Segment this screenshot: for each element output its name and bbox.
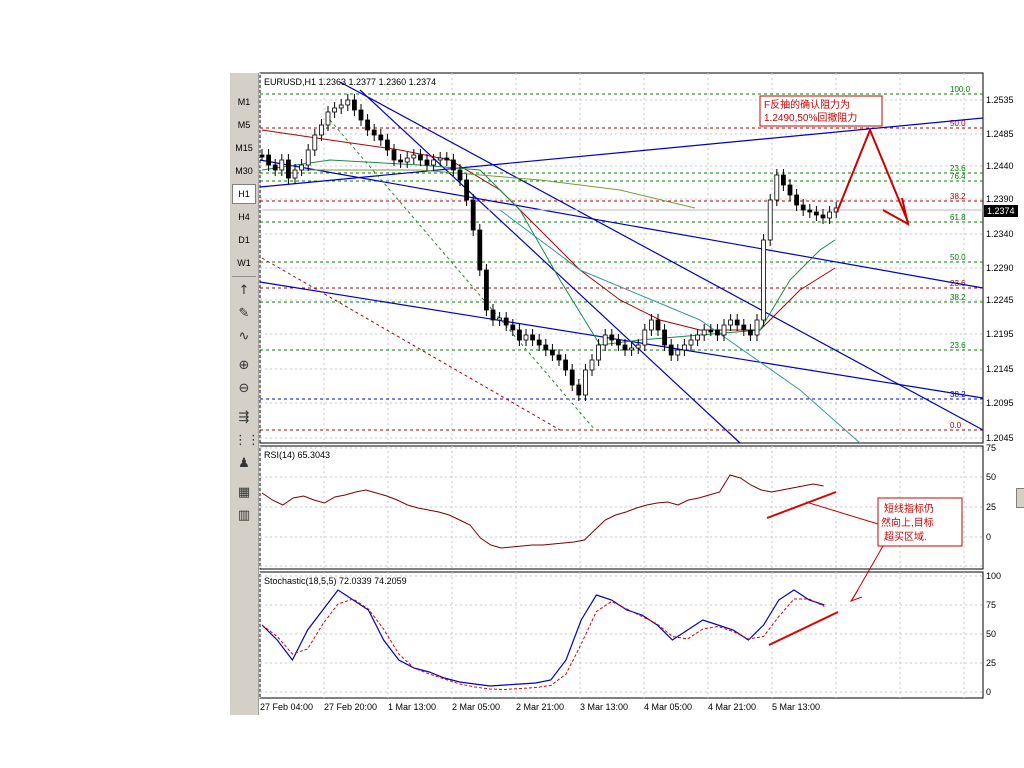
- fib-level-label: 23.6: [950, 279, 966, 288]
- fib-level-label: 23.6: [950, 341, 966, 350]
- stoch-tick-label: 0: [986, 687, 991, 697]
- price-tick-label: 1.2095: [986, 398, 1014, 408]
- fib-level-label: 61.8: [950, 213, 966, 222]
- scroll-handle[interactable]: [1016, 488, 1024, 508]
- grid: [259, 73, 983, 698]
- stoch-tick-label: 25: [986, 658, 996, 668]
- main-panel[interactable]: [259, 72, 984, 444]
- resistance-annotation-line1: F反抽的确认阻力为: [764, 98, 850, 111]
- bar-chart-icon[interactable]: ▦: [234, 483, 254, 503]
- stoch-tick-label: 100: [986, 571, 1001, 581]
- chart-area[interactable]: 100.050.076.423.638.261.850.023.638.223.…: [0, 0, 1024, 768]
- candles: [259, 94, 839, 691]
- stoch-callout-line: [851, 545, 884, 601]
- timeframe-d1-button[interactable]: D1: [232, 230, 256, 250]
- fib-level-label: 38.2: [950, 293, 966, 302]
- stochastic-header: Stochastic(18,5,5) 72.0339 74.2059: [264, 576, 407, 586]
- timeframe-m15-button[interactable]: M15: [232, 138, 256, 158]
- timeframe-h4-button[interactable]: H4: [232, 207, 256, 227]
- rsi-panel[interactable]: [259, 445, 984, 570]
- rsi-line: [261, 474, 824, 549]
- timeframe-toolbar: M1 M5 M15 M30 H1 H4 D1 W1 ↑ ✎ ∿ ⊕ ⊖ ⇶ ⋮⋮ ♟ ▦ ▥: [230, 73, 260, 715]
- time-label: 1 Mar 13:00: [388, 702, 436, 712]
- timeframe-h1-button[interactable]: H1: [232, 184, 256, 204]
- autoscroll-icon[interactable]: ⇶: [234, 408, 254, 428]
- stoch-divergence-line: [768, 611, 839, 646]
- timeframe-m1-button[interactable]: M1: [232, 92, 256, 112]
- price-tick-label: 1.2390: [986, 194, 1014, 204]
- fib-level-label: 38.2: [950, 390, 966, 399]
- indicator-annotation-box: [877, 497, 963, 547]
- stoch-tick-label: 75: [986, 600, 996, 610]
- candle-chart-icon[interactable]: ▥: [234, 506, 254, 526]
- price-tick-label: 1.2440: [986, 161, 1014, 171]
- stoch-callout-arrow: [849, 589, 863, 602]
- price-tick-label: 1.2535: [986, 95, 1014, 105]
- fib-level-label: 23.6: [950, 164, 966, 173]
- price-tick-label: 1.2245: [986, 295, 1014, 305]
- price-tick-label: 1.2145: [986, 364, 1014, 374]
- timeframe-m5-button[interactable]: M5: [232, 115, 256, 135]
- stochastic-lines: [261, 589, 825, 691]
- fib-level-label: 100.0: [950, 85, 971, 94]
- axis-labels: 1.2535 1.2485 1.2440 1.2390 1.2340 1.2290 1.22…: [260, 95, 1014, 712]
- stochastic-panel[interactable]: [259, 571, 984, 699]
- current-price-tag: [984, 205, 1018, 217]
- fib-level-label: 0.0: [950, 421, 962, 430]
- cursor-icon[interactable]: ↑: [234, 281, 254, 301]
- pencil-icon[interactable]: ✎: [234, 304, 254, 324]
- fib-level-label: 50.0: [950, 119, 966, 128]
- price-tick-label: 1.2485: [986, 129, 1014, 139]
- time-label: 5 Mar 13:00: [772, 702, 820, 712]
- forecast-arrow: [836, 127, 910, 226]
- zoom-out-icon[interactable]: ⊖: [234, 379, 254, 399]
- chart-shift-icon[interactable]: ⋮⋮: [234, 431, 260, 451]
- overlay-lines: 100.050.076.423.638.261.850.023.638.223.…: [259, 81, 984, 444]
- rsi-tick-label: 50: [986, 472, 996, 482]
- timeframe-m30-button[interactable]: M30: [232, 161, 256, 181]
- rsi-tick-label: 75: [986, 443, 996, 453]
- rsi-header: RSI(14) 65.3043: [264, 450, 330, 460]
- fib-level-label: 50.0: [950, 253, 966, 262]
- stoch-tick-label: 50: [986, 629, 996, 639]
- rsi-tick-label: 0: [986, 532, 991, 542]
- zoom-in-icon[interactable]: ⊕: [234, 356, 254, 376]
- time-label: 27 Feb 20:00: [324, 702, 377, 712]
- rsi-callout-line: [805, 501, 879, 525]
- indicator-annotation-line2: 然向上,目标: [881, 516, 934, 529]
- time-label: 3 Mar 13:00: [580, 702, 628, 712]
- time-label: 2 Mar 05:00: [452, 702, 500, 712]
- main-chart-header: EURUSD,H1 1.2363 1.2377 1.2360 1.2374: [264, 77, 436, 87]
- rsi-tick-label: 25: [986, 502, 996, 512]
- fib-level-label: 76.4: [950, 172, 966, 181]
- time-label: 4 Mar 05:00: [644, 702, 692, 712]
- price-tick-label: 1.2195: [986, 329, 1014, 339]
- timeframe-w1-button[interactable]: W1: [232, 253, 256, 273]
- time-label: 27 Feb 04:00: [260, 702, 313, 712]
- price-tick-label: 1.2045: [986, 433, 1014, 443]
- price-tick-label: 1.2340: [986, 229, 1014, 239]
- wave-icon[interactable]: ∿: [234, 327, 254, 347]
- period-separator-icon[interactable]: ♟: [234, 454, 254, 474]
- toolbar-separator: [232, 276, 256, 277]
- current-price-label: 1.2374: [987, 206, 1015, 216]
- rsi-divergence-line: [766, 491, 837, 519]
- resistance-annotation-box: [759, 95, 883, 127]
- resistance-annotation-line2: 1.2490,50%回撤阻力: [764, 111, 857, 124]
- indicator-annotation-line3: 超买区域.: [884, 530, 927, 543]
- indicator-annotation-line1: 短线指标仍: [884, 502, 934, 515]
- time-label: 4 Mar 21:00: [708, 702, 756, 712]
- fib-level-label: 38.2: [950, 192, 966, 201]
- price-tick-label: 1.2290: [986, 263, 1014, 273]
- time-label: 2 Mar 21:00: [516, 702, 564, 712]
